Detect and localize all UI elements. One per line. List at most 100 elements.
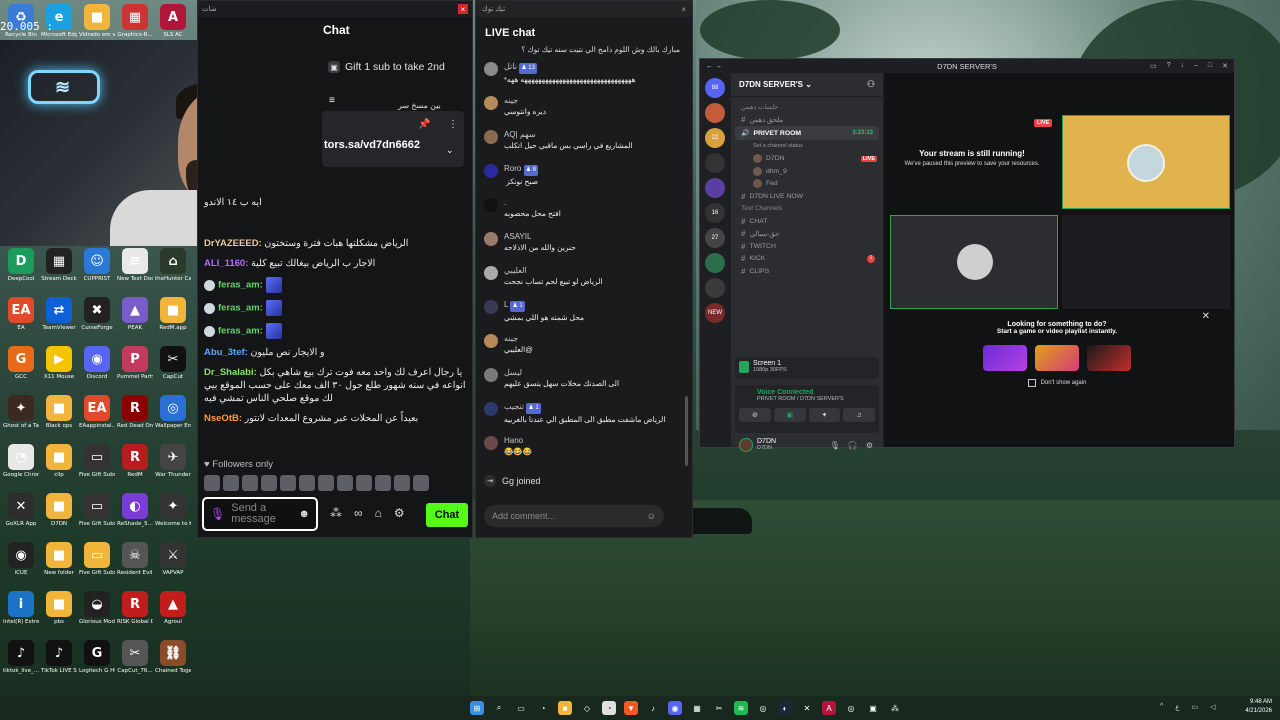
desktop-icon[interactable]: i Intel(R) Extre... (3, 591, 39, 626)
voice-user[interactable]: dhm_9 (731, 165, 883, 178)
points-icon[interactable]: ⁂ (330, 506, 342, 520)
soundboard-icon[interactable]: ♫ (843, 408, 875, 422)
filter-icon[interactable]: ≡ (329, 95, 335, 106)
server-icon[interactable]: 16 (705, 203, 725, 223)
desktop-icon[interactable]: ⚔ VAPVAP (155, 542, 191, 577)
desktop-icon[interactable]: ▭ Five Gift Subs-2025... (79, 542, 115, 577)
avatar[interactable] (484, 232, 498, 246)
file-explorer-icon[interactable]: ■ (558, 701, 572, 715)
desktop-icon[interactable]: ⇄ TeamViewer (41, 297, 77, 332)
channel-category[interactable]: جلسات دهمن (731, 101, 883, 114)
desktop-icon[interactable]: D DeepCool (3, 248, 39, 283)
voice-user[interactable]: Fed (731, 178, 883, 191)
server-icon[interactable] (705, 278, 725, 298)
window-titlebar[interactable]: تيك توك × (476, 1, 692, 17)
commenter-name[interactable]: Hano (504, 435, 532, 446)
chat-username[interactable]: feras_am: (218, 326, 266, 337)
channel-item[interactable]: # KICK 1 (731, 253, 883, 266)
chat-username[interactable]: feras_am: (218, 280, 266, 291)
desktop-icon[interactable]: ◉ iCUE (3, 542, 39, 577)
window-titlebar[interactable]: شات × (198, 1, 472, 17)
pinned-message[interactable]: 📌 ⋮ tors.sa/vd7dn6662 ⌄ (322, 111, 464, 167)
dont-show-checkbox[interactable]: Don't show again (972, 379, 1142, 387)
desktop-icon[interactable]: ☠ Resident Evil Requiem (117, 542, 153, 577)
tray-chevron-icon[interactable]: ^ (1160, 703, 1163, 711)
pin-icon[interactable]: 📌 (418, 119, 430, 130)
emoji-icon[interactable]: ☺ (647, 511, 656, 521)
desktop-icon[interactable]: ◎ Wallpaper Engine (155, 395, 191, 430)
scrollbar[interactable] (685, 396, 688, 466)
steam-icon[interactable]: ◐ (778, 701, 792, 715)
desktop-icon[interactable]: ▦ Graphics-R... (117, 4, 153, 39)
start-icon[interactable]: ⊞ (470, 701, 484, 715)
server-icon[interactable]: 88 (705, 78, 725, 98)
desktop-icon[interactable]: ♪ TikTok LIVE Studio (41, 640, 77, 675)
emoji-icon[interactable]: ☻ (298, 508, 310, 520)
voice-user[interactable]: D7DN LIVE (731, 153, 883, 166)
desktop-icon[interactable]: ≡ New Text Document (117, 248, 153, 283)
app-icon[interactable]: ▦ (690, 701, 704, 715)
brave-icon[interactable]: ▼ (624, 701, 638, 715)
avatar[interactable] (484, 402, 498, 416)
desktop-icon[interactable]: R RedM (117, 444, 153, 479)
desktop-icon[interactable]: EA EAappinstal... (79, 395, 115, 430)
desktop-icon[interactable]: ☺ CUPPRIST (79, 248, 115, 283)
discord-icon[interactable]: ◉ (668, 701, 682, 715)
desktop-icon[interactable]: ⛓ Chained Together (155, 640, 191, 675)
desktop-icon[interactable]: R Red Dead Online (117, 395, 153, 430)
avatar[interactable] (484, 334, 498, 348)
desktop-icon[interactable]: ■ Black ops (41, 395, 77, 430)
desktop-icon[interactable]: ■ Vidrado em voce (79, 4, 115, 39)
voice-channel-active[interactable]: 🔊 PRIVET ROOM 3:23:13 (735, 126, 879, 140)
desktop-icon[interactable]: ✂ CapCut_76... (117, 640, 153, 675)
gear-icon[interactable]: ⚙ (866, 441, 873, 450)
avatar[interactable] (484, 164, 498, 178)
desktop-icon[interactable]: ▭ Five Gift Subs (1) (79, 444, 115, 479)
server-icon[interactable]: NEW (705, 303, 725, 323)
commenter-name[interactable]: L ♟ 1 (504, 299, 584, 312)
desktop-icon[interactable]: ⌂ theHunter Call of t... (155, 248, 191, 283)
chat-username[interactable]: Abu_3tef: (204, 347, 250, 358)
store-icon[interactable]: ⌂ (375, 506, 382, 520)
server-icon[interactable] (705, 178, 725, 198)
avatar[interactable] (484, 198, 498, 212)
activities-icon[interactable]: ✦ (808, 408, 841, 422)
desktop-icon[interactable]: ✂ CapCut (155, 346, 191, 381)
app-icon[interactable]: ◎ (844, 701, 858, 715)
desktop-icon[interactable]: ■ D7DN (41, 493, 77, 528)
channel-category[interactable]: Text Channels (731, 203, 883, 216)
avatar[interactable] (484, 130, 498, 144)
server-icon[interactable]: 27 (705, 228, 725, 248)
game-card[interactable] (1035, 345, 1079, 371)
pinned-link[interactable]: tors.sa/vd7dn6662 (324, 139, 420, 151)
tiktok-icon[interactable]: ♪ (646, 701, 660, 715)
app-icon[interactable]: ⁂ (888, 701, 902, 715)
desktop-icon[interactable]: ■ New folder (41, 542, 77, 577)
search-icon[interactable]: ⌕ (492, 701, 506, 715)
participant-tile[interactable] (890, 215, 1058, 309)
desktop-icon[interactable]: ▦ Stream Deck (41, 248, 77, 283)
spotify-icon[interactable]: ≋ (734, 701, 748, 715)
avatar[interactable] (484, 96, 498, 110)
add-user-icon[interactable]: ⚇ (867, 79, 875, 90)
desktop-icon[interactable]: ▶ X11 Mouse (41, 346, 77, 381)
desktop-icon[interactable]: P Pummel Party (117, 346, 153, 381)
avatar[interactable] (484, 62, 498, 76)
desktop-icon[interactable]: ✦ Welcome to Kowloon (155, 493, 191, 528)
avatar[interactable] (484, 368, 498, 382)
avatar[interactable] (484, 266, 498, 280)
desktop-icon[interactable]: ▲ PEAK (117, 297, 153, 332)
desktop-icon[interactable]: G GCC (3, 346, 39, 381)
avatar[interactable] (484, 300, 498, 314)
volume-icon[interactable]: ◁ (1210, 703, 1215, 711)
commenter-name[interactable]: تنجيب ♟ 1 (504, 401, 665, 414)
chat-username[interactable]: ALI_1160: (204, 258, 251, 269)
desktop-icon[interactable]: ♪ tiktok_live_... (3, 640, 39, 675)
chevron-down-icon[interactable]: ⌄ (446, 145, 454, 156)
settings-icon[interactable]: ⚙ (394, 506, 405, 520)
speed-icon[interactable]: ◔ (536, 701, 550, 715)
headphones-icon[interactable]: 🎧 (848, 441, 858, 450)
game-card[interactable] (983, 345, 1027, 371)
commenter-name[interactable]: AQ| سهم (504, 129, 633, 140)
commenter-name[interactable]: ليسل (504, 367, 619, 378)
